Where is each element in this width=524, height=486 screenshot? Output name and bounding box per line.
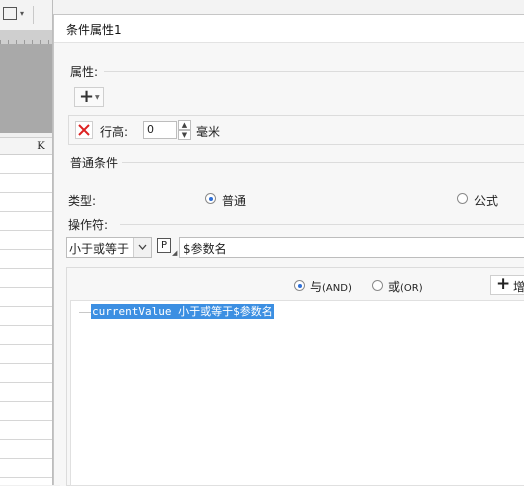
operator-value: 小于或等于 [69,242,130,256]
sheet-gray-area [0,45,52,133]
row-height-stepper[interactable]: ▲ ▼ [178,120,191,140]
tree-connector [79,312,91,313]
chevron-down-icon: ▼ [95,94,100,101]
operator-select[interactable]: 小于或等于 [66,237,152,258]
dialog-title: 条件属性1 [66,23,122,37]
operator-label: 操作符: [68,218,109,232]
combine-or-label[interactable]: 或(OR) [388,278,423,295]
row-height-input[interactable]: 0 [143,121,177,139]
parameter-button[interactable]: P [157,238,171,253]
plus-icon: + [79,86,95,107]
condition-list-item[interactable]: currentValue 小于或等于$参数名 [91,304,274,319]
condition-value-text: $参数名 [183,242,227,256]
section-divider [104,71,524,72]
combine-or-radio[interactable] [372,280,383,291]
delete-property-button[interactable] [75,121,93,139]
condition-properties-dialog: 条件属性1 属性: + ▼ 行高: 0 ▲ ▼ 毫米 普通条件 类型: 普通 公… [53,14,524,486]
dialog-body: 属性: + ▼ 行高: 0 ▲ ▼ 毫米 普通条件 类型: 普通 公式 操作符:… [60,45,524,486]
dialog-titlebar[interactable]: 条件属性1 [54,15,524,43]
combine-and-radio[interactable] [294,280,305,291]
border-frame-icon[interactable] [3,7,17,20]
sheet-grid[interactable] [0,155,52,485]
section-divider [122,162,524,163]
row-height-label: 行高: [100,125,129,139]
condition-value-input[interactable]: $参数名 [179,237,524,258]
add-property-button[interactable]: + ▼ [74,86,104,107]
column-header-k[interactable]: K [0,137,52,155]
stepper-down-icon[interactable]: ▼ [178,130,191,140]
close-icon [78,124,90,136]
properties-section-label: 属性: [70,65,99,79]
parameter-menu-icon[interactable]: ◢ [172,249,177,257]
type-normal-radio[interactable] [205,193,216,204]
unit-label: 毫米 [196,125,221,139]
condition-list[interactable]: currentValue 小于或等于$参数名 [70,300,524,486]
chevron-down-icon[interactable]: ▾ [20,9,24,18]
type-label: 类型: [68,194,97,208]
ruler [0,30,52,45]
type-formula-radio[interactable] [457,193,468,204]
add-condition-label: 增 [513,280,524,294]
operator-dropdown-button[interactable] [133,238,151,257]
type-normal-label[interactable]: 普通 [222,192,246,209]
combine-and-label[interactable]: 与(AND) [310,278,352,295]
add-condition-button[interactable]: + 增 [490,274,524,295]
plus-icon: + [496,274,511,294]
property-row: 行高: 0 ▲ ▼ 毫米 [68,115,524,145]
normal-condition-section-label: 普通条件 [70,156,119,170]
toolbar-separator [33,6,34,24]
section-divider [120,224,524,225]
chevron-down-icon [138,244,147,250]
stepper-up-icon[interactable]: ▲ [178,120,191,130]
type-formula-label[interactable]: 公式 [474,192,498,209]
